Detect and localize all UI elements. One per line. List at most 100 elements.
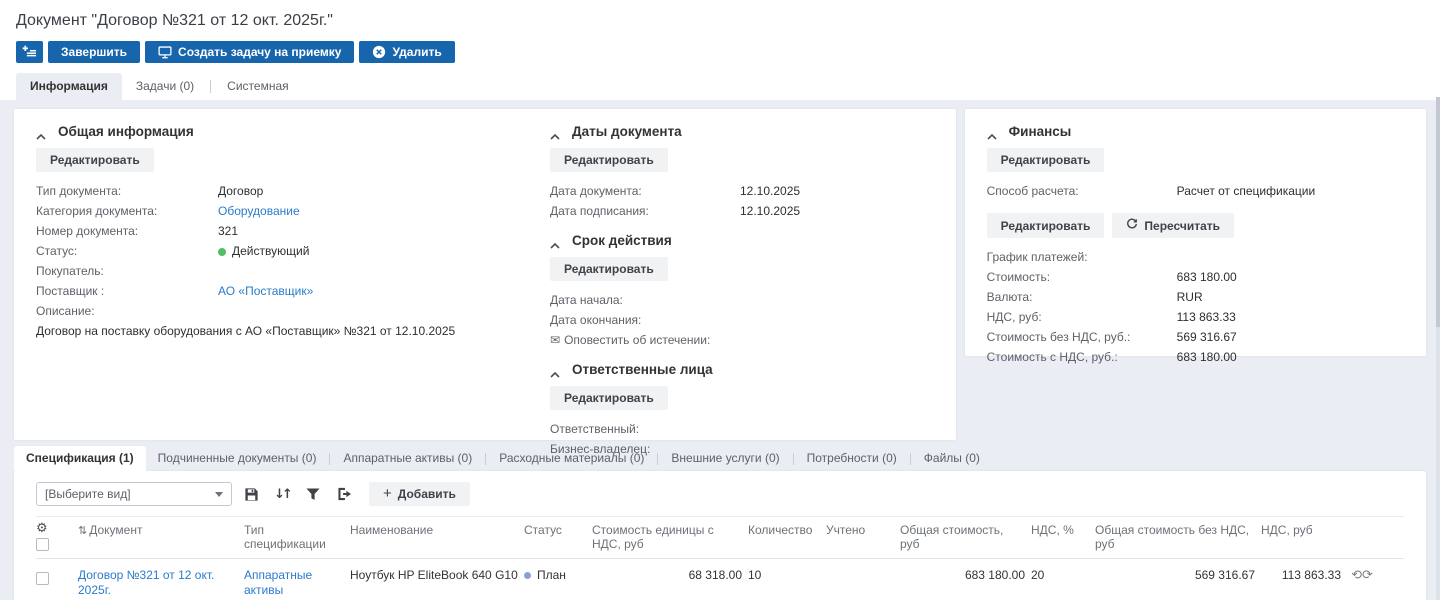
col-quantity[interactable]: Количество (748, 523, 820, 537)
tab-system[interactable]: Системная (213, 73, 302, 100)
edit-responsible-button[interactable]: Редактировать (550, 386, 668, 410)
row-vat-pct: 20 (1031, 568, 1089, 583)
category-label: Категория документа: (36, 201, 218, 221)
collapse-responsible-icon[interactable] (550, 367, 560, 373)
col-spec-type[interactable]: Тип спецификации (244, 523, 344, 551)
edit-general-button[interactable]: Редактировать (36, 148, 154, 172)
tab-separator (910, 453, 911, 465)
tab-separator (485, 453, 486, 465)
col-document[interactable]: ⇅Документ (78, 523, 238, 538)
calc-method-value: Расчет от спецификации (1177, 181, 1316, 201)
category-value-link[interactable]: Оборудование (218, 201, 300, 221)
row-document-link[interactable]: Договор №321 от 12 окт. 2025г. (78, 568, 238, 598)
doc-date-value: 12.10.2025 (740, 181, 800, 201)
cost-no-vat-value: 569 316.67 (1177, 327, 1237, 347)
export-button[interactable] (332, 482, 356, 506)
tab-separator (793, 453, 794, 465)
row-spec-type-link[interactable]: Аппаратные активы (244, 568, 344, 598)
add-record-icon (22, 45, 37, 59)
delete-button-label: Удалить (392, 45, 441, 59)
vat-value: 113 863.33 (1177, 307, 1236, 327)
tab-subordinate-documents[interactable]: Подчиненные документы (0) (146, 446, 329, 471)
monitor-icon (158, 46, 172, 59)
col-name[interactable]: Наименование (350, 523, 518, 537)
recalculate-button[interactable]: Пересчитать (1112, 213, 1234, 238)
tab-consumables[interactable]: Расходные материалы (0) (487, 446, 656, 471)
supplier-label: Поставщик : (36, 281, 218, 301)
col-status[interactable]: Статус (524, 523, 586, 537)
specification-card: [Выберите вид] ↓↑ (14, 471, 1426, 600)
select-all-checkbox[interactable] (36, 538, 49, 551)
tab-specification[interactable]: Спецификация (1) (14, 446, 146, 471)
validity-section-title: Срок действия (572, 233, 672, 248)
specification-toolbar: [Выберите вид] ↓↑ (36, 482, 1404, 506)
finish-button[interactable]: Завершить (48, 41, 140, 63)
collapse-general-icon[interactable] (36, 129, 46, 135)
scrollbar[interactable] (1436, 97, 1440, 600)
supplier-value-link[interactable]: АО «Поставщик» (218, 281, 313, 301)
sort-button[interactable]: ↓↑ (270, 482, 294, 506)
gear-icon[interactable]: ⚙ (36, 523, 72, 535)
col-total-no-vat[interactable]: Общая стоимость без НДС, руб (1095, 523, 1255, 551)
doc-type-label: Тип документа: (36, 181, 218, 201)
finance-card: Финансы Редактировать Способ расчета:Рас… (965, 109, 1426, 356)
cost-no-vat-label: Стоимость без НДС, руб.: (987, 327, 1177, 347)
doc-number-value: 321 (218, 221, 238, 241)
col-vat-rub[interactable]: НДС, руб (1261, 523, 1341, 537)
currency-label: Валюта: (987, 287, 1177, 307)
col-vat-pct[interactable]: НДС, % (1031, 523, 1089, 537)
vat-label: НДС, руб: (987, 307, 1177, 327)
collapse-finance-icon[interactable] (987, 129, 997, 135)
edit-dates-button[interactable]: Редактировать (550, 148, 668, 172)
row-status: План (524, 568, 586, 583)
owner-label: Ответственный: (550, 419, 740, 439)
col-total-cost[interactable]: Общая стоимость, руб (900, 523, 1025, 551)
view-select[interactable]: [Выберите вид] (36, 482, 232, 506)
plus-icon: + (383, 489, 392, 499)
status-value: Действующий (218, 241, 309, 261)
edit-validity-button[interactable]: Редактировать (550, 257, 668, 281)
tab-information[interactable]: Информация (16, 73, 122, 100)
filter-button[interactable] (301, 482, 325, 506)
row-vat-rub: 113 863.33 (1261, 568, 1341, 583)
row-total-no-vat: 569 316.67 (1095, 568, 1255, 583)
tab-needs[interactable]: Потребности (0) (795, 446, 909, 471)
tab-external-services[interactable]: Внешние услуги (0) (659, 446, 791, 471)
filter-icon (306, 488, 320, 501)
add-row-button[interactable]: + Добавить (369, 482, 470, 506)
collapse-dates-icon[interactable] (550, 129, 560, 135)
tab-separator (210, 80, 211, 93)
table-row: Договор №321 от 12 окт. 2025г. Аппаратны… (36, 559, 1404, 600)
row-unit-cost: 68 318.00 (592, 568, 742, 583)
status-dot-icon (218, 248, 226, 256)
status-label: Статус: (36, 241, 218, 261)
content-area: Общая информация Редактировать Тип докум… (0, 100, 1440, 600)
currency-value: RUR (1177, 287, 1203, 307)
delete-button[interactable]: Удалить (359, 41, 454, 63)
sort-icon: ↓↑ (274, 487, 290, 502)
collapse-validity-icon[interactable] (550, 238, 560, 244)
save-view-button[interactable] (239, 482, 263, 506)
col-accounted[interactable]: Учтено (826, 523, 894, 537)
tab-hardware-assets[interactable]: Аппаратные активы (0) (331, 446, 484, 471)
add-record-button[interactable] (16, 41, 43, 63)
row-quantity: 10 (748, 568, 820, 583)
row-checkbox[interactable] (36, 572, 49, 585)
create-acceptance-task-button[interactable]: Создать задачу на приемку (145, 41, 354, 63)
refresh-icon (1126, 218, 1138, 233)
main-info-card: Общая информация Редактировать Тип докум… (14, 109, 956, 440)
add-row-label: Добавить (398, 487, 456, 501)
specification-table-header: ⚙ ⇅Документ Тип спецификации Наименовани… (36, 516, 1404, 559)
edit-payments-button[interactable]: Редактировать (987, 213, 1105, 238)
tab-files[interactable]: Файлы (0) (912, 446, 992, 471)
tab-tasks[interactable]: Задачи (0) (122, 73, 208, 100)
doc-date-label: Дата документа: (550, 181, 740, 201)
sync-icon[interactable]: ⟲⟳ (1351, 568, 1373, 583)
edit-finance-button[interactable]: Редактировать (987, 148, 1105, 172)
payment-schedule-label: График платежей: (987, 247, 1177, 267)
scrollbar-thumb[interactable] (1436, 97, 1440, 327)
finance-section-title: Финансы (1009, 124, 1072, 139)
cost-value: 683 180.00 (1177, 267, 1237, 287)
col-unit-cost[interactable]: Стоимость единицы с НДС, руб (592, 523, 742, 551)
calc-method-label: Способ расчета: (987, 181, 1177, 201)
